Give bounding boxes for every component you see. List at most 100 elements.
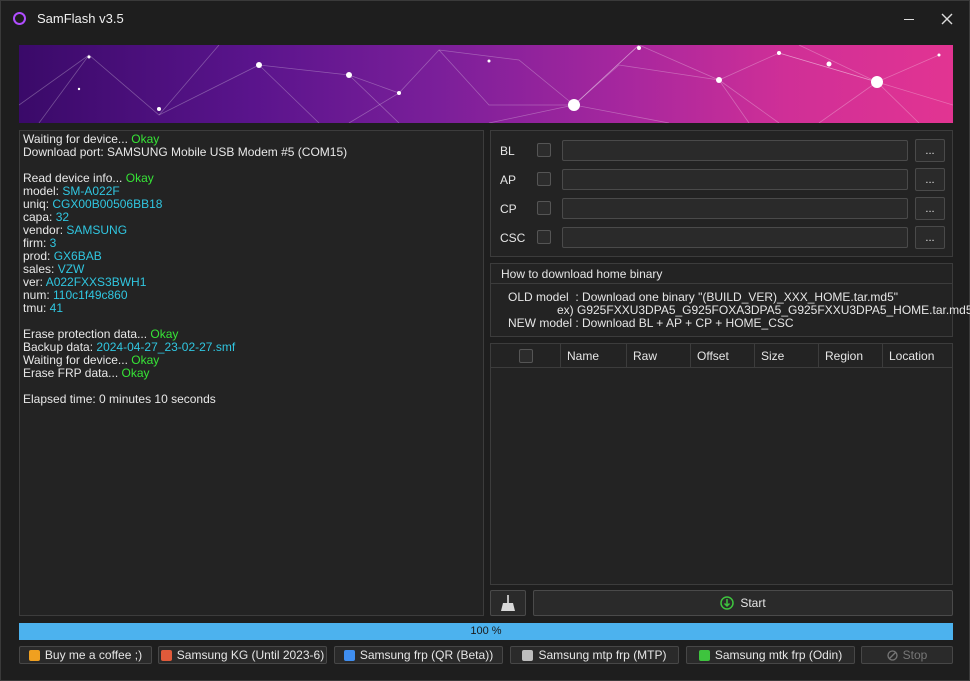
log-text: Download port: SAMSUNG Mobile USB Modem … bbox=[23, 145, 348, 159]
samsung-mtp-frp-button[interactable]: Samsung mtp frp (MTP) bbox=[510, 646, 679, 664]
log-line: uniq: CGX00B00506BB18 bbox=[23, 198, 480, 211]
partition-table: Name Raw Offset Size Region Location bbox=[490, 343, 953, 585]
log-text: model: bbox=[23, 184, 63, 198]
file-path-input[interactable] bbox=[562, 169, 908, 190]
window-title: SamFlash v3.5 bbox=[37, 11, 124, 26]
browse-button[interactable]: ... bbox=[915, 226, 945, 249]
log-line: Erase FRP data... Okay bbox=[23, 367, 480, 380]
minimize-button[interactable] bbox=[895, 7, 923, 31]
file-checkbox[interactable] bbox=[537, 143, 551, 157]
status-ok: Okay bbox=[125, 171, 154, 185]
file-checkbox[interactable] bbox=[537, 230, 551, 244]
log-text: Erase protection data... bbox=[23, 327, 151, 341]
bottom-button-label: Samsung mtk frp (Odin) bbox=[714, 648, 843, 662]
status-ok: Okay bbox=[131, 132, 160, 146]
clear-log-button[interactable] bbox=[490, 590, 526, 616]
file-checkbox[interactable] bbox=[537, 172, 551, 186]
log-value: A022FXXS3BWH1 bbox=[45, 275, 147, 289]
network-graphic bbox=[19, 45, 953, 123]
log-text: Erase FRP data... bbox=[23, 366, 122, 380]
bottom-button-label: Samsung mtp frp (MTP) bbox=[538, 648, 667, 662]
log-text: prod: bbox=[23, 249, 54, 263]
file-label: CSC bbox=[500, 231, 526, 245]
browse-button[interactable]: ... bbox=[915, 139, 945, 162]
log-text: vendor: bbox=[23, 223, 67, 237]
log-line: Download port: SAMSUNG Mobile USB Modem … bbox=[23, 146, 480, 159]
broom-icon bbox=[501, 595, 515, 611]
bottom-button-label: Buy me a coffee ;) bbox=[44, 648, 143, 662]
list-icon bbox=[522, 649, 534, 661]
log-value: 41 bbox=[49, 301, 64, 315]
android-icon bbox=[698, 649, 710, 661]
log-text: Waiting for device... bbox=[23, 132, 132, 146]
progress-label: 100 % bbox=[470, 625, 502, 637]
log-line: Elapsed time: 0 minutes 10 seconds bbox=[23, 393, 480, 406]
status-ok: Okay bbox=[121, 366, 150, 380]
file-path-input[interactable] bbox=[562, 227, 908, 248]
log-text: firm: bbox=[23, 236, 50, 250]
file-label: BL bbox=[500, 144, 515, 158]
log-text: ver: bbox=[23, 275, 46, 289]
log-line: num: 110c1f49c860 bbox=[23, 289, 480, 302]
column-region[interactable]: Region bbox=[818, 344, 882, 368]
log-line: prod: GX6BAB bbox=[23, 250, 480, 263]
log-line: vendor: SAMSUNG bbox=[23, 224, 480, 237]
log-output[interactable]: Waiting for device... Okay Download port:… bbox=[19, 130, 484, 616]
browse-button[interactable]: ... bbox=[915, 197, 945, 220]
log-text: sales: bbox=[23, 262, 58, 276]
bottom-button-label: Stop bbox=[902, 648, 928, 662]
status-ok: Okay bbox=[131, 353, 160, 367]
samsung-frp-qr-button[interactable]: Samsung frp (QR (Beta)) bbox=[334, 646, 503, 664]
stop-button[interactable]: Stop bbox=[861, 646, 953, 664]
column-offset[interactable]: Offset bbox=[690, 344, 754, 368]
file-label: CP bbox=[500, 202, 517, 216]
file-path-input[interactable] bbox=[562, 198, 908, 219]
app-window: SamFlash v3.5 Waiting for device... Okay… bbox=[0, 0, 970, 681]
samsung-kg-button[interactable]: Samsung KG (Until 2023-6) bbox=[158, 646, 327, 664]
log-text: uniq: bbox=[23, 197, 53, 211]
column-size[interactable]: Size bbox=[754, 344, 818, 368]
start-label: Start bbox=[740, 596, 766, 610]
column-select bbox=[491, 344, 560, 368]
log-text: Read device info... bbox=[23, 171, 126, 185]
log-line: tmu: 41 bbox=[23, 302, 480, 315]
column-location[interactable]: Location bbox=[882, 344, 952, 368]
bottom-button-label: Samsung KG (Until 2023-6) bbox=[176, 648, 325, 662]
column-raw[interactable]: Raw bbox=[626, 344, 690, 368]
bottom-button-label: Samsung frp (QR (Beta)) bbox=[359, 648, 494, 662]
log-text: Elapsed time: 0 minutes 10 seconds bbox=[23, 392, 216, 406]
coffee-icon bbox=[28, 649, 40, 661]
info-title: How to download home binary bbox=[491, 264, 952, 284]
table-header: Name Raw Offset Size Region Location bbox=[491, 344, 952, 368]
log-value: CGX00B00506BB18 bbox=[52, 197, 163, 211]
samsung-mtk-frp-button[interactable]: Samsung mtk frp (Odin) bbox=[686, 646, 855, 664]
file-path-input[interactable] bbox=[562, 140, 908, 161]
start-button[interactable]: Start bbox=[533, 590, 953, 616]
buy-coffee-button[interactable]: Buy me a coffee ;) bbox=[19, 646, 152, 664]
log-text: capa: bbox=[23, 210, 56, 224]
qr-icon bbox=[343, 649, 355, 661]
file-checkbox[interactable] bbox=[537, 201, 551, 215]
info-line-new: NEW model : Download BL + AP + CP + HOME… bbox=[508, 316, 794, 330]
log-value: 32 bbox=[55, 210, 70, 224]
title-bar: SamFlash v3.5 bbox=[1, 1, 969, 37]
status-ok: Okay bbox=[150, 327, 179, 341]
log-text: Backup data: bbox=[23, 340, 97, 354]
log-value: GX6BAB bbox=[53, 249, 102, 263]
header-banner bbox=[19, 45, 953, 123]
app-logo-icon bbox=[13, 12, 26, 25]
firmware-files-panel: BL ... AP ... CP ... CSC ... bbox=[490, 130, 953, 257]
close-button[interactable] bbox=[933, 7, 961, 31]
browse-button[interactable]: ... bbox=[915, 168, 945, 191]
file-label: AP bbox=[500, 173, 517, 187]
close-icon bbox=[941, 13, 953, 25]
log-value: SAMSUNG bbox=[66, 223, 128, 237]
log-value: 3 bbox=[49, 236, 57, 250]
file-row-bl: BL ... bbox=[491, 139, 954, 163]
select-all-checkbox[interactable] bbox=[519, 349, 533, 363]
info-line-old: OLD model : Download one binary "(BUILD_… bbox=[508, 290, 899, 304]
file-row-cp: CP ... bbox=[491, 197, 954, 221]
log-text: Waiting for device... bbox=[23, 353, 132, 367]
log-value: SM-A022F bbox=[62, 184, 120, 198]
column-name[interactable]: Name bbox=[560, 344, 626, 368]
